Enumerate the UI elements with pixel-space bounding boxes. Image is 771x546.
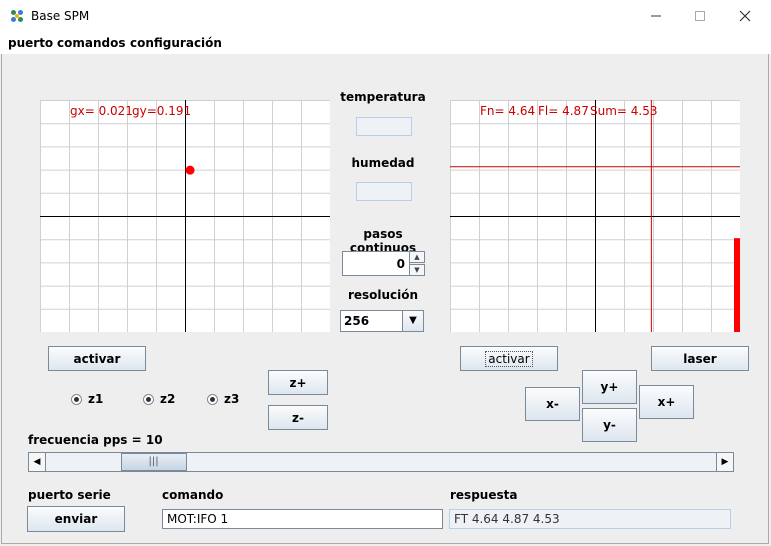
gx-readout: gx= 0.021 [70, 104, 133, 118]
radio-z1-label: z1 [88, 392, 104, 406]
force-plot-canvas [450, 100, 740, 332]
chevron-down-icon: ▼ [414, 266, 420, 274]
activar-right-button[interactable]: activar [460, 346, 558, 371]
resolucion-select[interactable]: 256 ▼ [340, 310, 424, 332]
resolucion-value: 256 [344, 314, 370, 328]
scroll-right-button[interactable]: ▶ [716, 453, 733, 471]
menu-comandos[interactable]: comandos [57, 36, 125, 50]
radio-dot-icon [143, 393, 154, 405]
arrow-left-icon: ◀ [33, 457, 41, 467]
radio-dot-icon [207, 393, 218, 405]
radio-z1[interactable]: z1 [71, 392, 103, 406]
temperatura-label: temperatura [340, 90, 426, 104]
temperatura-field [356, 117, 412, 136]
minimize-button[interactable] [633, 0, 679, 32]
y-minus-button[interactable]: y- [582, 408, 637, 442]
scroll-left-button[interactable]: ◀ [29, 453, 46, 471]
gradient-plot: gx= 0.021 gy=0.191 [40, 100, 330, 332]
radio-z2-label: z2 [160, 392, 176, 406]
scroll-thumb[interactable]: ||| [120, 453, 187, 471]
menu-configuracion[interactable]: configuración [130, 36, 222, 50]
chevron-down-icon[interactable]: ▼ [402, 311, 423, 331]
pasos-spinner-input[interactable]: 0 [342, 251, 410, 276]
x-plus-button[interactable]: x+ [639, 385, 694, 419]
gradient-plot-canvas [40, 100, 330, 332]
z-plus-button[interactable]: z+ [268, 370, 328, 395]
puerto-serie-label: puerto serie [28, 488, 111, 502]
sum-level-bar [734, 238, 740, 332]
radio-dot-icon [71, 393, 82, 405]
gy-readout: gy=0.191 [132, 104, 192, 118]
radio-z2[interactable]: z2 [143, 392, 175, 406]
spinner-up-button[interactable]: ▲ [409, 251, 425, 263]
frecuencia-label: frecuencia pps = 10 [28, 433, 163, 447]
humedad-field [356, 182, 412, 201]
app-icon [11, 10, 23, 22]
minimize-icon [651, 15, 661, 17]
arrow-right-icon: ▶ [721, 457, 729, 467]
force-plot: Fn= 4.64 Fl= 4.87 Sum= 4.53 [450, 100, 740, 332]
spinner-down-button[interactable]: ▼ [409, 264, 425, 276]
close-icon [739, 10, 751, 22]
frecuencia-scrollbar[interactable]: ◀ ||| ▶ [28, 452, 734, 472]
comando-label: comando [162, 488, 224, 502]
radio-z3[interactable]: z3 [207, 392, 239, 406]
z-minus-button[interactable]: z- [268, 405, 328, 430]
enviar-button[interactable]: enviar [27, 506, 125, 532]
humedad-label: humedad [351, 156, 415, 170]
activar-left-button[interactable]: activar [48, 346, 146, 371]
maximize-button[interactable] [677, 0, 723, 32]
window-title: Base SPM [31, 9, 90, 23]
sum-readout: Sum= 4.53 [590, 104, 658, 118]
respuesta-label: respuesta [450, 488, 518, 502]
maximize-icon [695, 11, 705, 21]
y-plus-button[interactable]: y+ [582, 370, 637, 404]
fl-readout: Fl= 4.87 [538, 104, 589, 118]
chevron-up-icon: ▲ [414, 253, 420, 261]
radio-z3-label: z3 [224, 392, 240, 406]
respuesta-field: FT 4.64 4.87 4.53 [449, 509, 731, 529]
x-minus-button[interactable]: x- [525, 387, 580, 421]
gradient-marker [185, 165, 195, 175]
close-button[interactable] [722, 0, 768, 32]
fn-readout: Fn= 4.64 [480, 104, 536, 118]
laser-button[interactable]: laser [651, 346, 749, 371]
menu-puerto[interactable]: puerto [8, 36, 53, 50]
resolucion-label: resolución [347, 288, 419, 302]
comando-input[interactable]: MOT:IFO 1 [162, 509, 443, 529]
activar-right-label: activar [485, 350, 533, 367]
